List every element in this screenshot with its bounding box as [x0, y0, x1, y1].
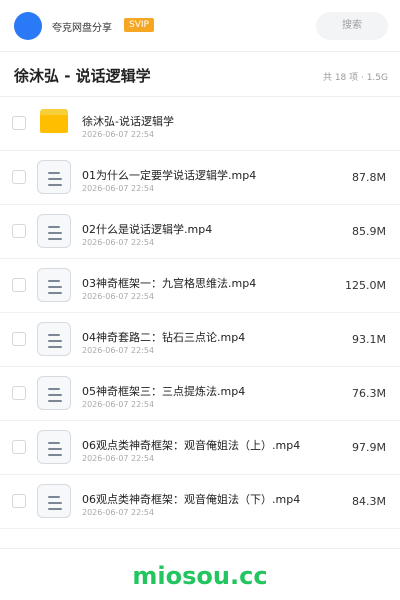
- file-name: 06观点类神奇框架：观音俺姐法（上）.mp4: [82, 439, 301, 452]
- select-checkbox[interactable]: [12, 170, 26, 184]
- file-list: 徐沐弘-说话逻辑学 2026-06-07 22:54 01为什么一定要学说话逻辑…: [0, 97, 400, 529]
- file-size: 84.3M: [352, 495, 386, 508]
- file-date: 2026-06-07 22:54: [82, 346, 155, 355]
- list-item[interactable]: 02什么是说话逻辑学.mp4 2026-06-07 22:54 85.9M: [0, 205, 400, 259]
- file-date: 2026-06-07 22:54: [82, 184, 155, 193]
- file-size: 87.8M: [352, 171, 386, 184]
- file-name: 04神奇套路二：钻石三点论.mp4: [82, 331, 246, 344]
- file-size: 76.3M: [352, 387, 386, 400]
- select-checkbox[interactable]: [12, 116, 26, 130]
- avatar[interactable]: [14, 12, 42, 40]
- file-name: 03神奇框架一：九宫格思维法.mp4: [82, 277, 257, 290]
- list-item[interactable]: 03神奇框架一：九宫格思维法.mp4 2026-06-07 22:54 125.…: [0, 259, 400, 313]
- folder-meta: 共 18 项 · 1.5G: [322, 73, 388, 83]
- page-title: 徐沐弘 - 说话逻辑学: [14, 67, 151, 85]
- select-checkbox[interactable]: [12, 494, 26, 508]
- select-checkbox[interactable]: [12, 386, 26, 400]
- select-checkbox[interactable]: [12, 440, 26, 454]
- file-size: 85.9M: [352, 225, 386, 238]
- select-checkbox[interactable]: [12, 278, 26, 292]
- document-icon: [37, 160, 71, 194]
- document-icon: [37, 214, 71, 248]
- svip-badge: SVIP: [124, 18, 154, 32]
- file-name: 01为什么一定要学说话逻辑学.mp4: [82, 169, 257, 182]
- list-item[interactable]: 04神奇套路二：钻石三点论.mp4 2026-06-07 22:54 93.1M: [0, 313, 400, 367]
- file-date: 2026-06-07 22:54: [82, 400, 155, 409]
- file-date: 2026-06-07 22:54: [82, 454, 155, 463]
- list-item[interactable]: 06观点类神奇框架：观音俺姐法（下）.mp4 2026-06-07 22:54 …: [0, 475, 400, 529]
- file-size: 93.1M: [352, 333, 386, 346]
- document-icon: [37, 430, 71, 464]
- folder-title-bar: 徐沐弘 - 说话逻辑学 共 18 项 · 1.5G: [0, 53, 400, 97]
- file-name: 06观点类神奇框架：观音俺姐法（下）.mp4: [82, 493, 301, 506]
- list-item[interactable]: 01为什么一定要学说话逻辑学.mp4 2026-06-07 22:54 87.8…: [0, 151, 400, 205]
- document-icon: [37, 484, 71, 518]
- document-icon: [37, 268, 71, 302]
- list-item[interactable]: 05神奇框架三：三点提炼法.mp4 2026-06-07 22:54 76.3M: [0, 367, 400, 421]
- file-date: 2026-06-07 22:54: [82, 292, 155, 301]
- file-size: 97.9M: [352, 441, 386, 454]
- folder-icon: [40, 109, 68, 133]
- document-icon: [37, 322, 71, 356]
- header-bar: 夸克网盘分享 SVIP 搜索: [0, 0, 400, 52]
- file-date: 2026-06-07 22:54: [82, 238, 155, 247]
- document-icon: [37, 376, 71, 410]
- file-date: 2026-06-07 22:54: [82, 508, 155, 517]
- search-input[interactable]: 搜索: [316, 12, 388, 40]
- list-item[interactable]: 徐沐弘-说话逻辑学 2026-06-07 22:54: [0, 97, 400, 151]
- file-name: 02什么是说话逻辑学.mp4: [82, 223, 213, 236]
- file-size: 125.0M: [345, 279, 386, 292]
- file-name: 05神奇框架三：三点提炼法.mp4: [82, 385, 246, 398]
- list-item[interactable]: 06观点类神奇框架：观音俺姐法（上）.mp4 2026-06-07 22:54 …: [0, 421, 400, 475]
- file-date: 2026-06-07 22:54: [82, 130, 155, 139]
- select-checkbox[interactable]: [12, 224, 26, 238]
- file-name: 徐沐弘-说话逻辑学: [82, 115, 174, 128]
- watermark-text: miosou.cc: [132, 562, 268, 590]
- select-checkbox[interactable]: [12, 332, 26, 346]
- user-name[interactable]: 夸克网盘分享: [52, 19, 112, 34]
